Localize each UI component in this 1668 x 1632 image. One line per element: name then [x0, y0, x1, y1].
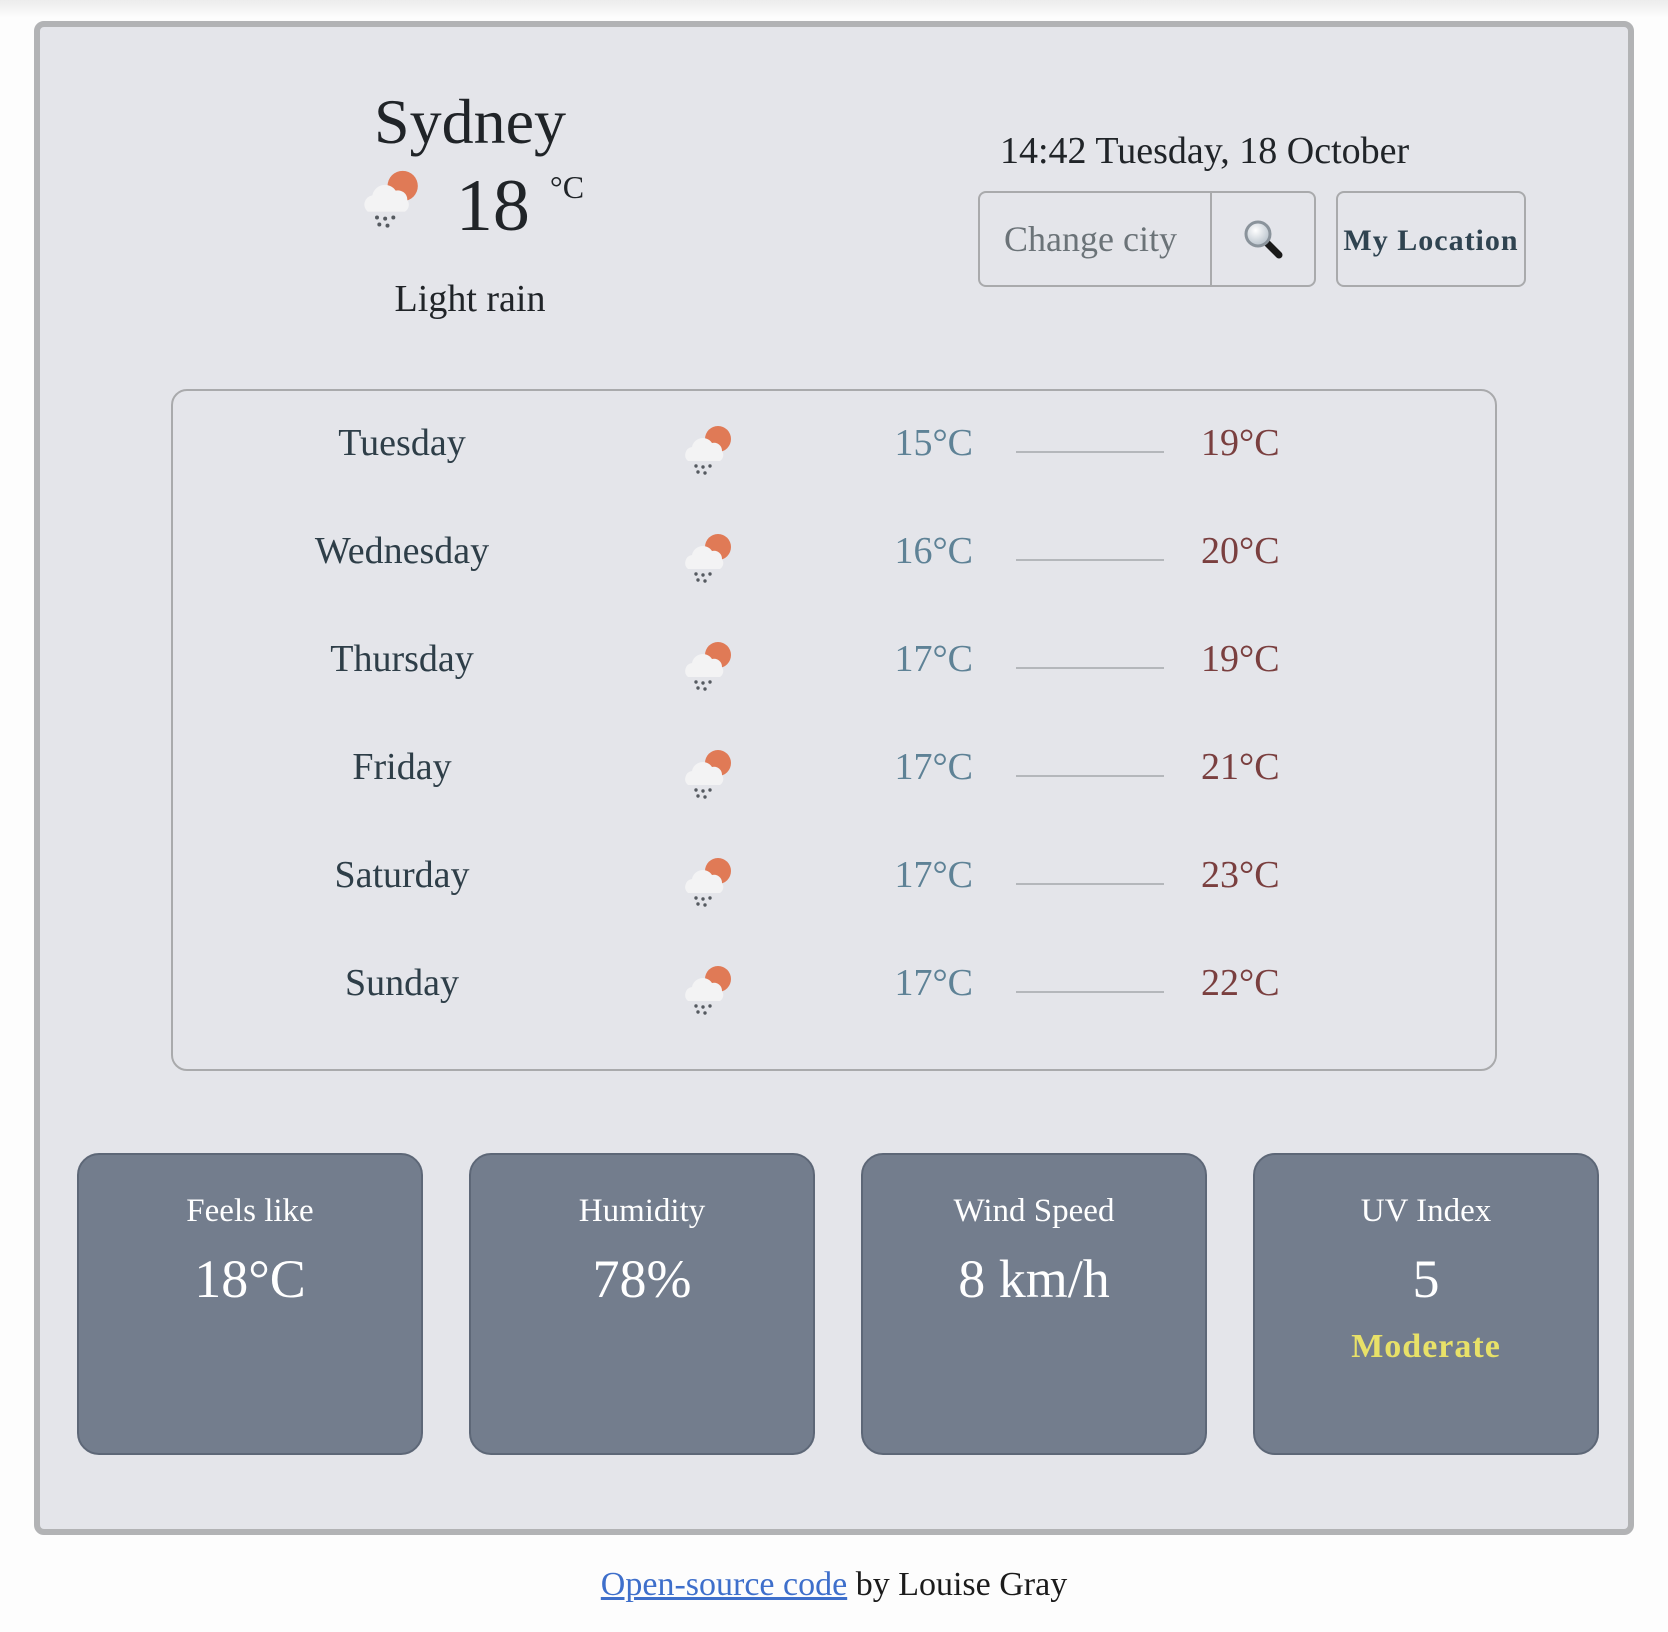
temperature-range-bar [1016, 559, 1164, 561]
magnifying-glass-icon [1244, 220, 1283, 259]
light-rain-sun-cloud-icon [678, 961, 738, 1021]
forecast-min-temp: 17°C [894, 854, 973, 896]
top-shadow [0, 0, 1668, 18]
forecast-day: Tuesday [338, 422, 466, 464]
forecast-max-temp: 22°C [1201, 962, 1280, 1004]
forecast-day: Friday [352, 746, 452, 788]
forecast-row: Tuesday 15°C 19°C [173, 393, 1495, 501]
temperature-range-bar [1016, 991, 1164, 993]
temperature-unit: °C [549, 169, 585, 206]
card-value: 78% [592, 1249, 692, 1309]
light-rain-sun-cloud-icon [678, 421, 738, 481]
search-button[interactable] [1210, 193, 1314, 285]
temperature-range-bar [1016, 775, 1164, 777]
light-rain-sun-cloud-icon [678, 637, 738, 697]
card-title: Feels like [186, 1193, 314, 1229]
forecast-min-temp: 17°C [894, 746, 973, 788]
city-search-input[interactable] [980, 193, 1210, 285]
weather-details: Feels like 18°C Humidity 78% Wind Speed … [77, 1153, 1599, 1455]
forecast-max-temp: 21°C [1201, 746, 1280, 788]
humidity-card: Humidity 78% [469, 1153, 815, 1455]
forecast-max-temp: 19°C [1201, 422, 1280, 464]
current-temperature-row: 18 °C [280, 165, 660, 247]
feels-like-card: Feels like 18°C [77, 1153, 423, 1455]
temperature-range-bar [1016, 451, 1164, 453]
current-datetime: 14:42 Tuesday, 18 October [1000, 130, 1410, 172]
forecast-day: Sunday [345, 962, 459, 1004]
forecast-day: Thursday [330, 638, 474, 680]
weather-description: Light rain [394, 278, 546, 321]
forecast-max-temp: 19°C [1201, 638, 1280, 680]
uv-index-card: UV Index 5 Moderate [1253, 1153, 1599, 1455]
forecast-row: Wednesday 16°C 20°C [173, 501, 1495, 609]
light-rain-sun-cloud-icon [678, 529, 738, 589]
card-title: Wind Speed [953, 1193, 1115, 1229]
temperature-range-bar [1016, 883, 1164, 885]
card-value: 18°C [194, 1249, 306, 1309]
light-rain-sun-cloud-icon [678, 853, 738, 913]
forecast-row: Saturday 17°C 23°C [173, 825, 1495, 933]
city-name: Sydney [374, 86, 566, 157]
current-weather: Sydney 18 °C Light rain [280, 86, 660, 321]
forecast-min-temp: 17°C [894, 962, 973, 1004]
card-value: 8 km/h [958, 1249, 1110, 1309]
forecast-max-temp: 20°C [1201, 530, 1280, 572]
weather-app: Sydney 18 °C Light rain 14:42 Tuesday, 1… [34, 21, 1634, 1535]
wind-speed-card: Wind Speed 8 km/h [861, 1153, 1207, 1455]
forecast-list: Tuesday 15°C 19°C Wednesday 16°C 20°C Th… [171, 389, 1497, 1071]
forecast-row: Thursday 17°C 19°C [173, 609, 1495, 717]
current-temperature: 18 [455, 165, 530, 248]
forecast-day: Wednesday [314, 530, 490, 572]
temperature-range-bar [1016, 667, 1164, 669]
forecast-min-temp: 16°C [894, 530, 973, 572]
search-group: My Location [978, 191, 1526, 287]
card-value: 5 [1412, 1249, 1440, 1309]
uv-level-label: Moderate [1351, 1328, 1501, 1365]
forecast-min-temp: 15°C [894, 422, 973, 464]
footer-credit: by Louise Gray [847, 1566, 1068, 1603]
light-rain-sun-cloud-icon [678, 745, 738, 805]
light-rain-sun-cloud-icon [356, 165, 426, 235]
card-title: Humidity [578, 1193, 706, 1229]
forecast-max-temp: 23°C [1201, 854, 1280, 896]
forecast-min-temp: 17°C [894, 638, 973, 680]
search-form [978, 191, 1316, 287]
footer: Open-source code by Louise Gray [0, 1566, 1668, 1604]
forecast-row: Friday 17°C 21°C [173, 717, 1495, 825]
card-title: UV Index [1360, 1193, 1492, 1229]
forecast-day: Saturday [334, 854, 470, 896]
forecast-row: Sunday 17°C 22°C [173, 933, 1495, 1041]
open-source-link[interactable]: Open-source code [601, 1566, 847, 1603]
my-location-button[interactable]: My Location [1336, 191, 1526, 287]
